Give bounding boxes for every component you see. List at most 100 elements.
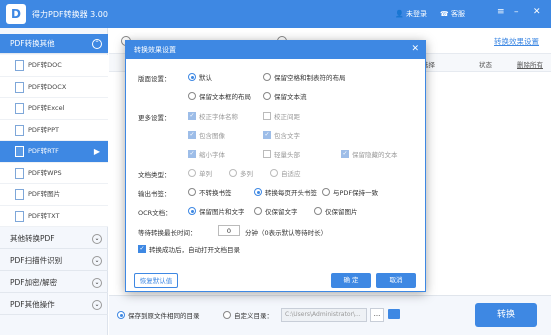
sidebar-item-pdf-to-rtf[interactable]: PDF转RTF ▶	[0, 141, 108, 163]
radio[interactable]	[254, 188, 262, 196]
sidebar-item-pdf-to-wps[interactable]: PDF转WPS	[0, 162, 108, 184]
chevron-down-icon: ⌄	[92, 278, 102, 288]
file-icon	[15, 146, 24, 157]
light-header-option[interactable]: 轻量头部	[263, 149, 300, 159]
checkbox[interactable]: ✓	[341, 150, 349, 158]
bookmark-same-option[interactable]: 与PDF保持一致	[322, 187, 378, 197]
doc-multi-option[interactable]: 多列	[229, 168, 253, 178]
service-button[interactable]: ☎ 客服	[440, 9, 465, 19]
option-label: 自适应	[281, 170, 301, 178]
doc-single-option[interactable]: 单列	[188, 168, 212, 178]
close-icon[interactable]: ✕	[533, 7, 541, 17]
layout-keep-space-option[interactable]: 保留空格和制表符的布局	[263, 72, 346, 82]
custom-dir-radio[interactable]	[223, 311, 231, 319]
sidebar-item-label: PDF转PPT	[28, 125, 59, 134]
bottom-bar: 保存到原文件相同的目录 自定义目录： C:\Users\Administrato…	[109, 295, 551, 335]
option-label: 缩小字体	[199, 151, 225, 159]
chevron-up-icon: ⌃	[92, 39, 102, 49]
option-label: 包含图像	[199, 132, 225, 140]
radio[interactable]	[188, 92, 196, 100]
small-caps-option[interactable]: ✓ 缩小字体	[188, 149, 225, 159]
open-dir-option[interactable]: ✓ 转换成功后，自动打开文档目录	[138, 244, 240, 254]
service-label: 客服	[450, 10, 465, 18]
radio[interactable]	[188, 169, 196, 177]
same-dir-radio[interactable]	[117, 311, 125, 319]
layout-text-layout-option[interactable]: 保留文本框的布局	[188, 91, 251, 101]
correct-spacing-option[interactable]: 校正间距	[263, 111, 300, 121]
category-pdf-to-other[interactable]: PDF转换其他 ⌃	[0, 34, 108, 54]
ocr-label: OCR文档：	[138, 209, 172, 217]
convert-button[interactable]: 转换	[475, 303, 537, 327]
include-images-option[interactable]: ✓ 包含图像	[188, 130, 225, 140]
option-label: 仅保留文字	[265, 208, 298, 216]
radio[interactable]	[270, 169, 278, 177]
option-label: 校正字体名称	[199, 113, 238, 121]
folder-icon[interactable]	[388, 309, 400, 319]
file-icon	[15, 81, 24, 93]
radio[interactable]	[254, 207, 262, 215]
keep-hidden-option[interactable]: ✓ 保留隐藏的文本	[341, 149, 398, 159]
checkbox[interactable]: ✓	[188, 131, 196, 139]
category-pdf-encrypt[interactable]: PDF加密/解密 ⌄	[0, 273, 108, 293]
ok-button[interactable]: 确 定	[331, 273, 371, 288]
category-label: PDF其他操作	[10, 300, 55, 309]
layout-text-flow-option[interactable]: 保留文本流	[263, 91, 307, 101]
output-path-field[interactable]: C:\Users\Administrator\...	[281, 308, 367, 322]
cancel-button[interactable]: 取消	[376, 273, 416, 288]
radio[interactable]	[188, 73, 196, 81]
checkbox[interactable]: ✓	[138, 245, 146, 253]
minimize-icon[interactable]: –	[514, 7, 519, 17]
correct-font-option[interactable]: ✓ 校正字体名称	[188, 111, 238, 121]
option-label: 轻量头部	[274, 151, 300, 159]
doc-auto-option[interactable]: 自适应	[270, 168, 301, 178]
radio[interactable]	[188, 188, 196, 196]
ocr-img-only-option[interactable]: 仅保留图片	[314, 206, 358, 216]
checkbox[interactable]: ✓	[188, 112, 196, 120]
sidebar-item-pdf-to-doc[interactable]: PDF转DOC	[0, 55, 108, 77]
effect-settings-link[interactable]: 转换效果设置	[494, 36, 539, 47]
browse-button[interactable]: ...	[370, 308, 384, 322]
timeout-input[interactable]: 0	[218, 225, 240, 236]
menu-icon[interactable]: ≡	[497, 7, 505, 17]
radio[interactable]	[263, 92, 271, 100]
delete-all-link[interactable]: 删除所有	[517, 59, 543, 69]
custom-dir-option[interactable]: 自定义目录：	[223, 310, 273, 320]
login-button[interactable]: 👤 未登录	[395, 9, 427, 19]
option-label: 与PDF保持一致	[333, 189, 379, 197]
category-other-to-pdf[interactable]: 其他转换PDF ⌄	[0, 229, 108, 249]
category-pdf-ocr[interactable]: PDF扫描件识别 ⌄	[0, 251, 108, 271]
category-label: PDF转换其他	[10, 39, 55, 48]
close-icon[interactable]: ✕	[411, 44, 419, 54]
checkbox[interactable]	[263, 112, 271, 120]
file-icon	[15, 167, 24, 179]
radio[interactable]	[263, 73, 271, 81]
radio[interactable]	[322, 188, 330, 196]
restore-defaults-button[interactable]: 恢复默认值	[134, 273, 178, 288]
radio[interactable]	[314, 207, 322, 215]
category-pdf-other-ops[interactable]: PDF其他操作 ⌄	[0, 295, 108, 315]
ocr-text-only-option[interactable]: 仅保留文字	[254, 206, 298, 216]
sidebar-item-label: PDF转DOC	[28, 61, 62, 69]
checkbox[interactable]: ✓	[188, 150, 196, 158]
layout-default-option[interactable]: 默认	[188, 72, 212, 82]
sidebar-item-pdf-to-docx[interactable]: PDF转DOCX	[0, 76, 108, 98]
chevron-down-icon: ⌄	[92, 300, 102, 310]
category-label: PDF扫描件识别	[10, 256, 63, 265]
include-text-option[interactable]: ✓ 包含文字	[263, 130, 300, 140]
sidebar-item-pdf-to-txt[interactable]: PDF转TXT	[0, 205, 108, 227]
sidebar-item-pdf-to-ppt[interactable]: PDF转PPT	[0, 119, 108, 141]
checkbox[interactable]	[263, 150, 271, 158]
effect-settings-dialog: 转换效果设置 ✕ 版面设置： 默认 保留空格和制表符的布局 保留文本框的布局 保…	[125, 40, 426, 292]
radio[interactable]	[229, 169, 237, 177]
same-dir-option[interactable]: 保存到原文件相同的目录	[117, 310, 200, 320]
radio[interactable]	[188, 207, 196, 215]
option-label: 不转换书签	[199, 189, 232, 197]
bookmark-start-option[interactable]: 转换每页开头书签	[254, 187, 317, 197]
app-logo: D	[6, 4, 26, 24]
sidebar-item-pdf-to-image[interactable]: PDF转图片	[0, 184, 108, 206]
checkbox[interactable]: ✓	[263, 131, 271, 139]
ocr-img-text-option[interactable]: 保留图片和文字	[188, 206, 245, 216]
chevron-down-icon: ⌄	[92, 256, 102, 266]
sidebar-item-pdf-to-excel[interactable]: PDF转Excel	[0, 98, 108, 120]
bookmark-none-option[interactable]: 不转换书签	[188, 187, 232, 197]
